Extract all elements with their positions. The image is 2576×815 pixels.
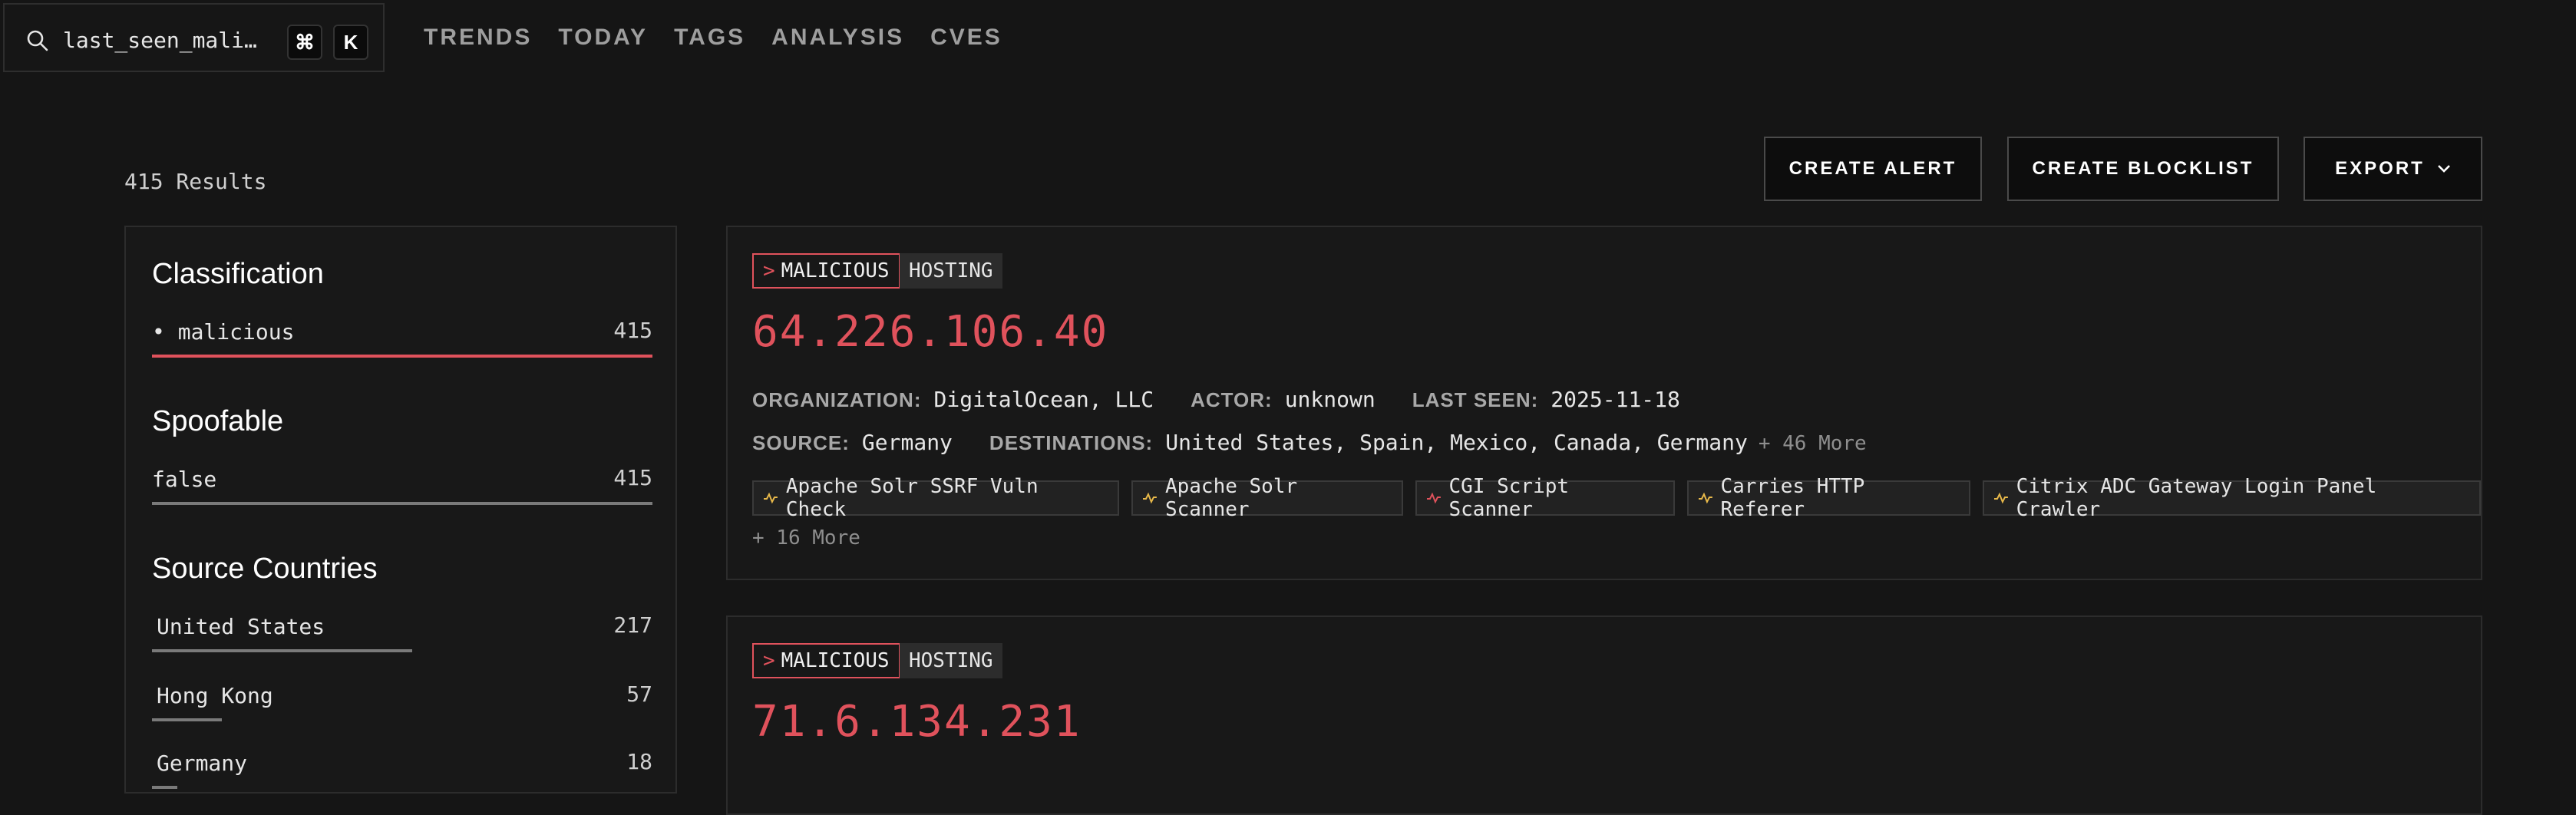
facet-bar [152, 649, 413, 652]
facet-bar [152, 355, 652, 358]
filter-sidebar: Classification • malicious 415 Spoofable… [124, 226, 677, 794]
activity-icon [1426, 492, 1441, 504]
nav-cves[interactable]: CVES [930, 25, 1002, 51]
facet-classification-malicious[interactable]: • malicious 415 [152, 312, 652, 358]
tag-chip[interactable]: Apache Solr SSRF Vuln Check [752, 475, 1120, 521]
facet-count: 18 [626, 749, 652, 774]
destinations-more-link[interactable]: + 46 More [1759, 432, 1867, 455]
shortcut-k-key: K [333, 25, 368, 60]
create-alert-button[interactable]: CREATE ALERT [1764, 137, 1982, 201]
classification-badge: > MALICIOUS [752, 253, 900, 289]
actor-value: unknown [1284, 387, 1376, 412]
facet-label: • malicious [152, 319, 295, 345]
spoofable-title: Spoofable [152, 405, 284, 437]
classification-badge: > MALICIOUS [752, 643, 900, 678]
tag-chip[interactable]: Carries HTTP Referer [1686, 475, 1970, 521]
facet-count: 415 [613, 465, 652, 490]
tag-chip[interactable]: Citrix ADC Gateway Login Panel Crawler [1982, 475, 2481, 521]
activity-icon [1143, 492, 1157, 504]
actor-key: ACTOR: [1191, 388, 1273, 411]
classification-title: Classification [152, 258, 324, 290]
results-count: 415 Results [124, 169, 267, 194]
search-input[interactable]: last_seen_mali… [63, 28, 257, 53]
caret-icon: > [763, 649, 775, 672]
meta-row-2: SOURCE: Germany DESTINATIONS: United Sta… [752, 430, 1867, 455]
facet-country-germany[interactable]: Germany 18 [152, 743, 652, 789]
nav-analysis[interactable]: ANALYSIS [771, 25, 904, 51]
facet-label: false [152, 467, 217, 492]
facet-label: United States [157, 614, 325, 639]
meta-row-1: ORGANIZATION: DigitalOcean, LLC ACTOR: u… [752, 387, 1717, 412]
organization-value: DigitalOcean, LLC [933, 387, 1154, 412]
source-value: Germany [861, 430, 953, 455]
activity-icon [763, 492, 778, 504]
search-icon [27, 30, 48, 51]
chevron-down-icon [2437, 165, 2450, 173]
facet-bar [152, 786, 177, 789]
activity-icon [1698, 492, 1712, 504]
ip-address-link[interactable]: 64.226.106.40 [752, 307, 1108, 357]
source-countries-title: Source Countries [152, 553, 378, 585]
main-nav: TRENDS TODAY TAGS ANALYSIS CVES [424, 25, 1002, 51]
facet-bar [152, 502, 652, 505]
export-button[interactable]: EXPORT [2304, 137, 2482, 201]
ip-address-link[interactable]: 71.6.134.231 [752, 697, 1082, 747]
shortcut-cmd-key: ⌘ [287, 25, 322, 60]
tags-more-link[interactable]: + 16 More [752, 526, 860, 549]
tag-list: Apache Solr SSRF Vuln Check Apache Solr … [752, 475, 2481, 521]
facet-label: Germany [157, 751, 248, 776]
nav-trends[interactable]: TRENDS [424, 25, 532, 51]
category-badge: HOSTING [900, 253, 1002, 289]
create-blocklist-label: CREATE BLOCKLIST [2032, 158, 2254, 179]
destinations-key: DESTINATIONS: [989, 431, 1154, 454]
create-blocklist-button[interactable]: CREATE BLOCKLIST [2007, 137, 2279, 201]
last-seen-key: LAST SEEN: [1412, 388, 1539, 411]
organization-key: ORGANIZATION: [752, 388, 922, 411]
activity-icon [1993, 492, 2008, 504]
facet-bar [152, 718, 223, 721]
result-card[interactable]: > MALICIOUS HOSTING 71.6.134.231 [726, 615, 2482, 815]
last-seen-value: 2025-11-18 [1551, 387, 1680, 412]
create-alert-label: CREATE ALERT [1788, 158, 1957, 179]
nav-today[interactable]: TODAY [558, 25, 648, 51]
tag-chip[interactable]: CGI Script Scanner [1415, 475, 1675, 521]
category-badge: HOSTING [900, 643, 1002, 678]
facet-count: 57 [626, 681, 652, 707]
facet-country-united-states[interactable]: United States 217 [152, 606, 652, 652]
nav-tags[interactable]: TAGS [674, 25, 745, 51]
facet-spoofable-false[interactable]: false 415 [152, 459, 652, 505]
facet-count: 415 [613, 318, 652, 343]
caret-icon: > [763, 259, 775, 282]
facet-label: Hong Kong [157, 683, 273, 708]
facet-count: 217 [613, 612, 652, 638]
tag-chip[interactable]: Apache Solr Scanner [1131, 475, 1403, 521]
facet-country-hong-kong[interactable]: Hong Kong 57 [152, 675, 652, 721]
result-card[interactable]: > MALICIOUS HOSTING 64.226.106.40 ORGANIZ… [726, 226, 2482, 580]
destinations-value: United States, Spain, Mexico, Canada, Ge… [1165, 430, 1748, 455]
search-box[interactable]: last_seen_mali… ⌘ K [3, 3, 385, 72]
export-label: EXPORT [2335, 158, 2425, 179]
source-key: SOURCE: [752, 431, 850, 454]
